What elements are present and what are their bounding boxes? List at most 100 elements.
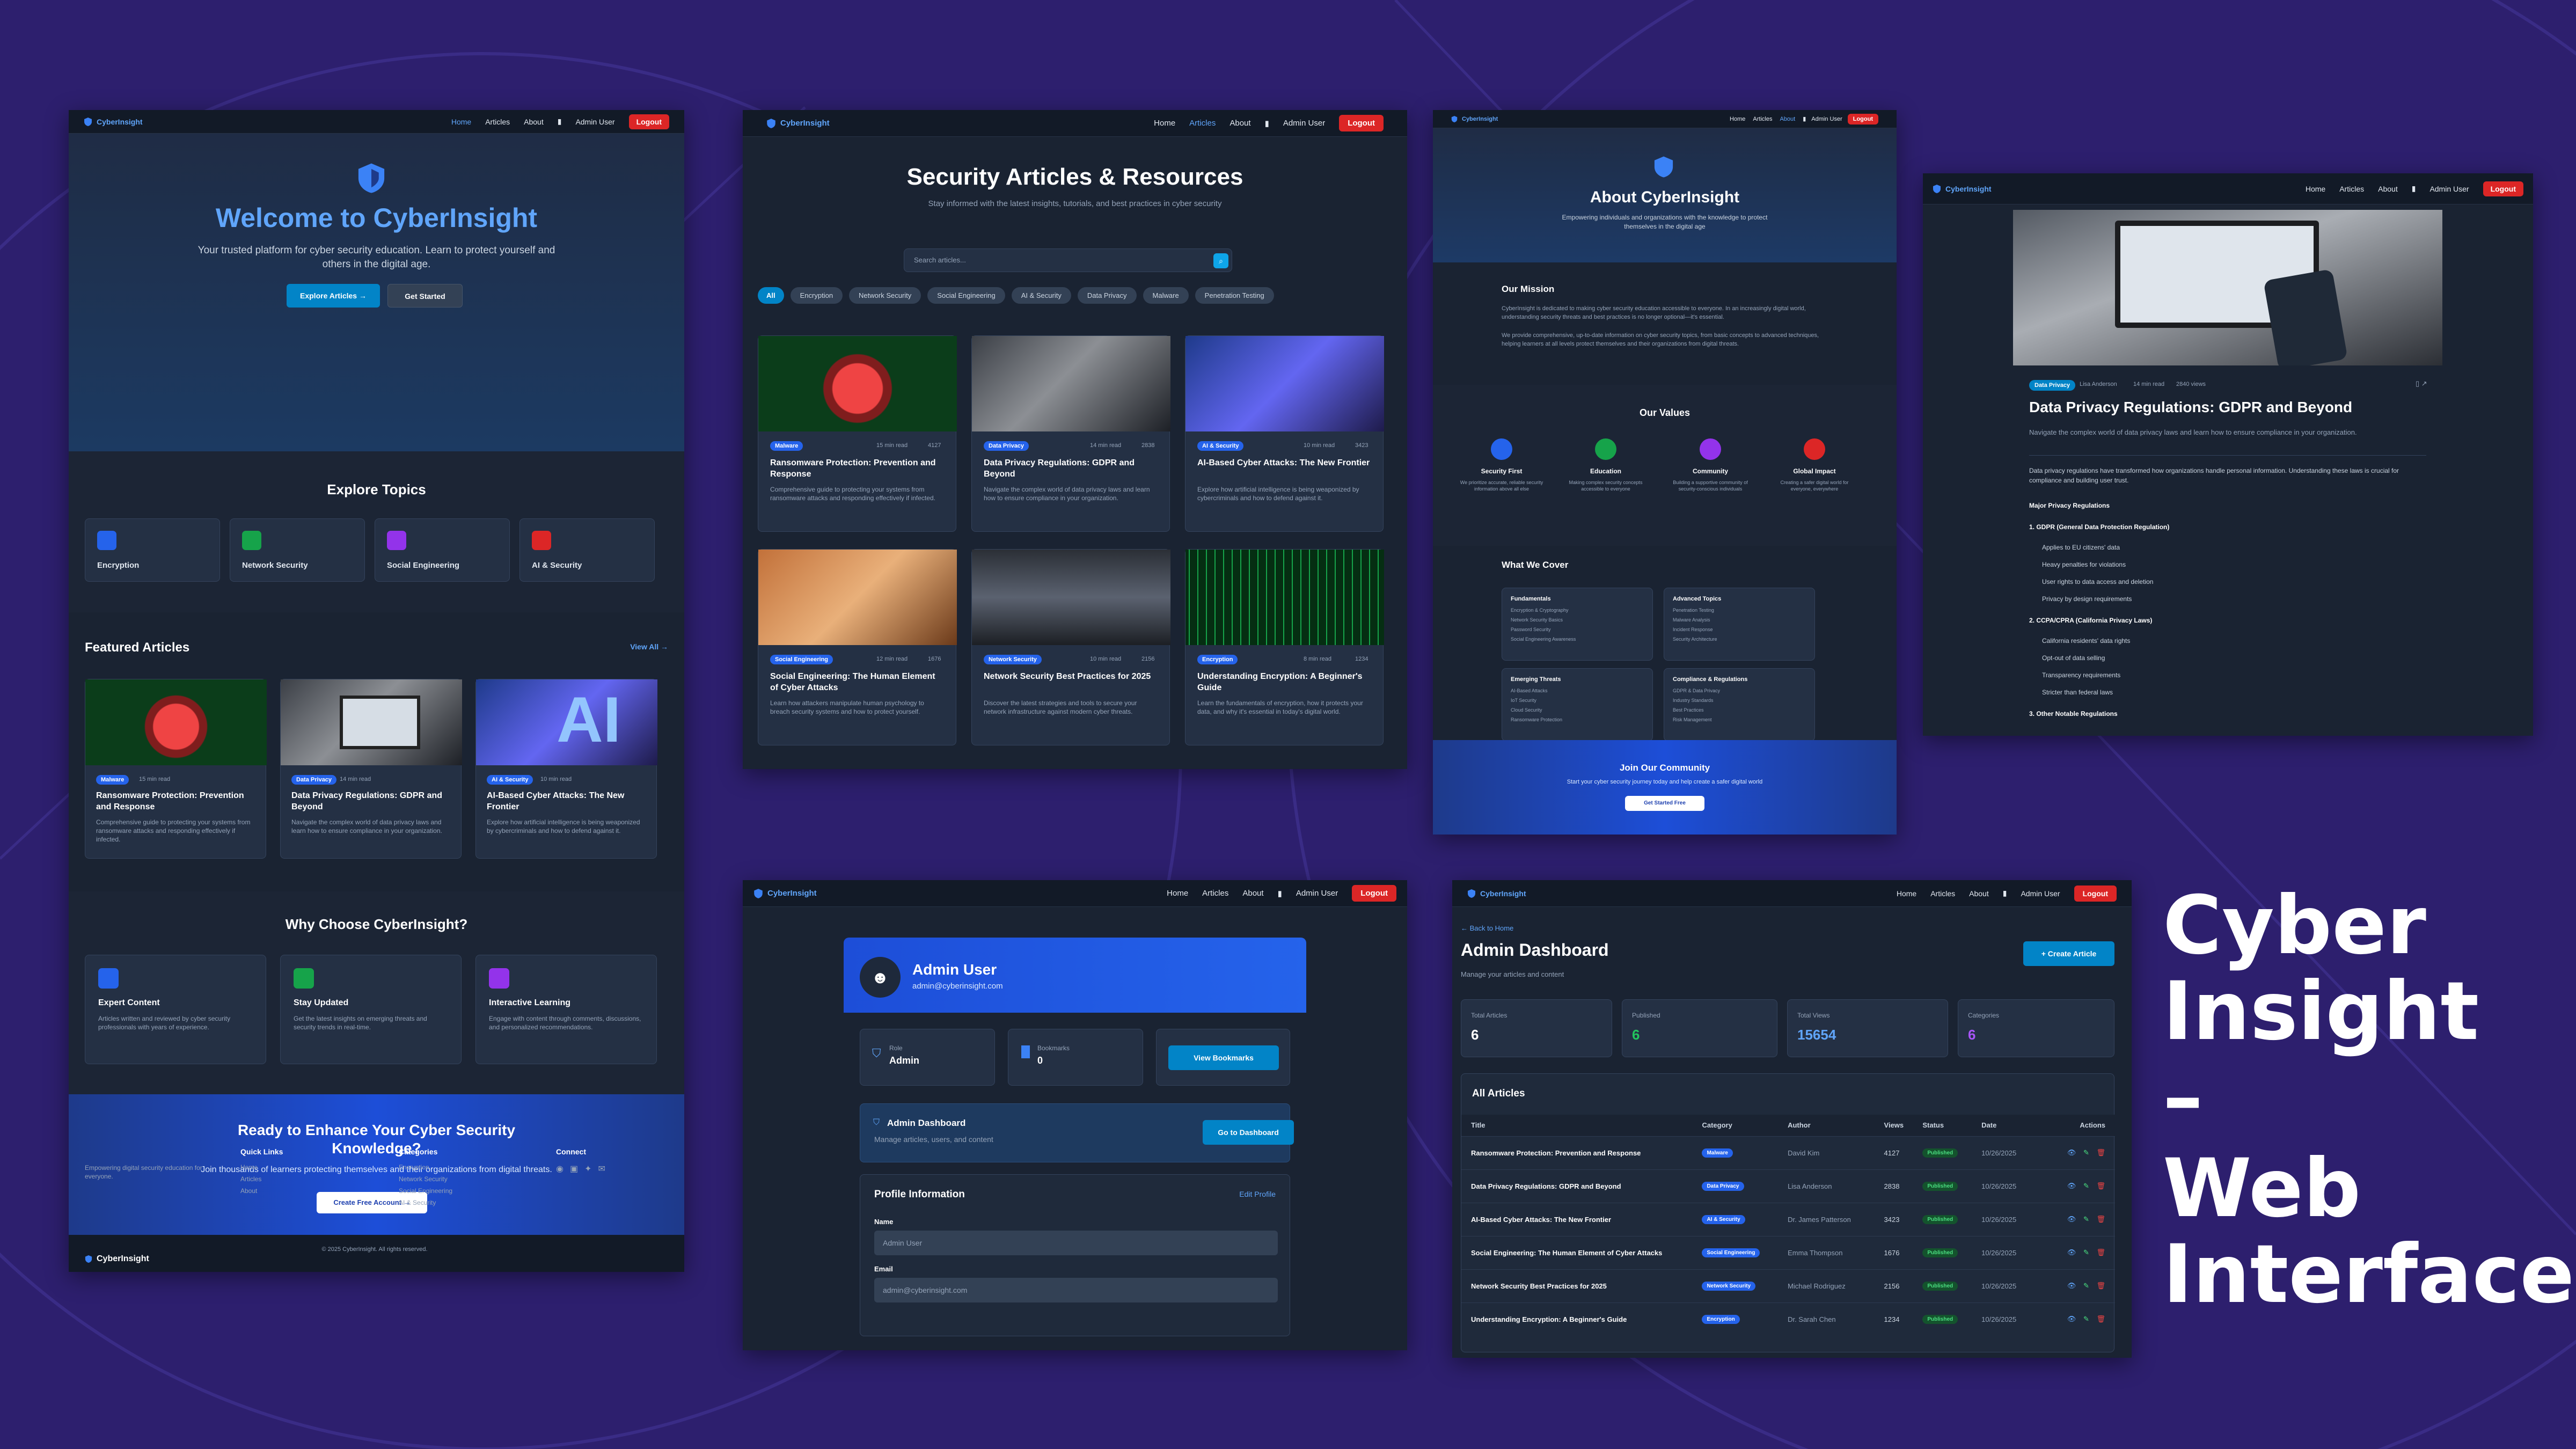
footer-link-about[interactable]: About	[240, 1187, 257, 1195]
delete-icon[interactable]: 🗑	[2096, 1148, 2105, 1157]
email-field[interactable]: admin@cyberinsight.com	[874, 1278, 1278, 1302]
logout-button[interactable]: Logout	[2074, 885, 2117, 902]
logout-button[interactable]: Logout	[1339, 115, 1384, 131]
nav-home[interactable]: Home	[1730, 116, 1745, 122]
explore-articles-button[interactable]: Explore Articles →	[287, 284, 380, 308]
brand-logo[interactable]: CyberInsight	[766, 118, 830, 129]
nav-about[interactable]: About	[1230, 119, 1250, 128]
search-input[interactable]: Search articles... ⌕	[904, 248, 1232, 272]
article-card[interactable]: Network Security 10 min read 2156 Networ…	[971, 549, 1170, 745]
bookmark-icon[interactable]: ▮	[2412, 184, 2416, 193]
view-icon[interactable]: 👁	[2067, 1182, 2076, 1190]
bookmark-icon[interactable]: ▮	[1265, 119, 1269, 128]
view-icon[interactable]: 👁	[2067, 1315, 2076, 1323]
edit-icon[interactable]: ✎	[2083, 1215, 2089, 1223]
nav-home[interactable]: Home	[1154, 119, 1175, 128]
nav-home[interactable]: Home	[2306, 185, 2325, 193]
create-article-button[interactable]: + Create Article	[2023, 941, 2114, 966]
nav-user[interactable]: Admin User	[2021, 889, 2060, 898]
nav-articles[interactable]: Articles	[485, 118, 510, 126]
delete-icon[interactable]: 🗑	[2096, 1315, 2105, 1323]
table-row[interactable]: AI-Based Cyber Attacks: The New Frontier…	[1461, 1203, 2115, 1236]
nav-user[interactable]: Admin User	[1811, 116, 1842, 122]
nav-articles[interactable]: Articles	[1930, 889, 1955, 898]
footer-link-home[interactable]: Home	[240, 1163, 258, 1171]
edit-profile-link[interactable]: Edit Profile	[1239, 1190, 1276, 1198]
filter-malware[interactable]: Malware	[1143, 287, 1189, 304]
bookmark-icon[interactable]: ▮	[1803, 115, 1806, 122]
get-started-button[interactable]: Get Started	[387, 284, 463, 308]
topic-card-network[interactable]: Network Security	[230, 518, 365, 582]
filter-social[interactable]: Social Engineering	[927, 287, 1005, 304]
join-button[interactable]: Get Started Free	[1625, 796, 1704, 811]
nav-about[interactable]: About	[2378, 185, 2398, 193]
filter-ai[interactable]: AI & Security	[1011, 287, 1071, 304]
filter-network[interactable]: Network Security	[849, 287, 921, 304]
filter-encryption[interactable]: Encryption	[790, 287, 843, 304]
nav-user[interactable]: Admin User	[1296, 889, 1338, 898]
delete-icon[interactable]: 🗑	[2096, 1282, 2105, 1290]
featured-card[interactable]: Data Privacy 14 min read Data Privacy Re…	[280, 679, 462, 859]
delete-icon[interactable]: 🗑	[2096, 1248, 2105, 1256]
article-card[interactable]: AI & Security 10 min read 3423 AI-Based …	[1185, 335, 1384, 532]
view-icon[interactable]: 👁	[2067, 1148, 2076, 1157]
edit-icon[interactable]: ✎	[2083, 1315, 2089, 1323]
delete-icon[interactable]: 🗑	[2096, 1182, 2105, 1190]
edit-icon[interactable]: ✎	[2083, 1182, 2089, 1190]
bookmark-icon[interactable]: ▮	[1278, 889, 1282, 898]
bookmark-icon[interactable]: ▮	[2003, 889, 2007, 898]
nav-articles[interactable]: Articles	[1753, 116, 1772, 122]
nav-about[interactable]: About	[1969, 889, 1989, 898]
back-link[interactable]: ← Back to Home	[1461, 924, 1513, 932]
go-to-dashboard-button[interactable]: Go to Dashboard	[1203, 1120, 1294, 1145]
logout-button[interactable]: Logout	[628, 114, 669, 129]
nav-home[interactable]: Home	[1897, 889, 1916, 898]
filter-all[interactable]: All	[758, 287, 784, 304]
featured-card[interactable]: AI AI & Security 10 min read AI-Based Cy…	[475, 679, 657, 859]
nav-home[interactable]: Home	[451, 118, 471, 126]
view-icon[interactable]: 👁	[2067, 1215, 2076, 1223]
view-icon[interactable]: 👁	[2067, 1248, 2076, 1256]
topic-card-ai[interactable]: AI & Security	[519, 518, 655, 582]
brand-logo[interactable]: CyberInsight	[753, 888, 817, 899]
nav-about[interactable]: About	[1780, 116, 1795, 122]
article-card[interactable]: Social Engineering 12 min read 1676 Soci…	[758, 549, 957, 745]
nav-user[interactable]: Admin User	[1283, 119, 1325, 128]
footer-link-articles[interactable]: Articles	[240, 1175, 261, 1183]
nav-articles[interactable]: Articles	[1202, 889, 1228, 898]
nav-user[interactable]: Admin User	[575, 118, 614, 126]
delete-icon[interactable]: 🗑	[2096, 1215, 2105, 1223]
edit-icon[interactable]: ✎	[2083, 1248, 2089, 1256]
nav-about[interactable]: About	[1242, 889, 1263, 898]
edit-icon[interactable]: ✎	[2083, 1282, 2089, 1290]
social-icons[interactable]: ◉▣✦✉	[556, 1163, 612, 1174]
brand-logo[interactable]: CyberInsight	[1451, 115, 1498, 123]
nav-user[interactable]: Admin User	[2429, 185, 2469, 193]
nav-about[interactable]: About	[524, 118, 544, 126]
article-card[interactable]: Encryption 8 min read 1234 Understanding…	[1185, 549, 1384, 745]
bookmark-icon[interactable]: ▯ ↗	[2416, 379, 2427, 388]
table-row[interactable]: Ransomware Protection: Prevention and Re…	[1461, 1136, 2115, 1169]
view-icon[interactable]: 👁	[2067, 1282, 2076, 1290]
view-all-link[interactable]: View All →	[630, 642, 668, 651]
topic-card-encryption[interactable]: Encryption	[85, 518, 220, 582]
view-bookmarks-button[interactable]: View Bookmarks	[1168, 1045, 1279, 1070]
nav-articles[interactable]: Articles	[2339, 185, 2364, 193]
logout-button[interactable]: Logout	[2483, 181, 2523, 196]
table-row[interactable]: Understanding Encryption: A Beginner's G…	[1461, 1302, 2115, 1336]
logout-button[interactable]: Logout	[1352, 885, 1396, 902]
name-field[interactable]: Admin User	[874, 1231, 1278, 1255]
article-card[interactable]: Data Privacy 14 min read 2838 Data Priva…	[971, 335, 1170, 532]
edit-icon[interactable]: ✎	[2083, 1148, 2089, 1157]
nav-home[interactable]: Home	[1167, 889, 1188, 898]
search-icon[interactable]: ⌕	[1213, 253, 1228, 268]
filter-pentest[interactable]: Penetration Testing	[1195, 287, 1274, 304]
logout-button[interactable]: Logout	[1847, 113, 1878, 125]
featured-card[interactable]: Malware 15 min read Ransomware Protectio…	[85, 679, 267, 859]
table-row[interactable]: Network Security Best Practices for 2025…	[1461, 1269, 2115, 1302]
brand-logo[interactable]: CyberInsight	[84, 117, 143, 127]
table-row[interactable]: Data Privacy Regulations: GDPR and Beyon…	[1461, 1169, 2115, 1203]
filter-privacy[interactable]: Data Privacy	[1077, 287, 1137, 304]
table-row[interactable]: Social Engineering: The Human Element of…	[1461, 1236, 2115, 1269]
brand-logo[interactable]: CyberInsight	[1933, 184, 1992, 194]
